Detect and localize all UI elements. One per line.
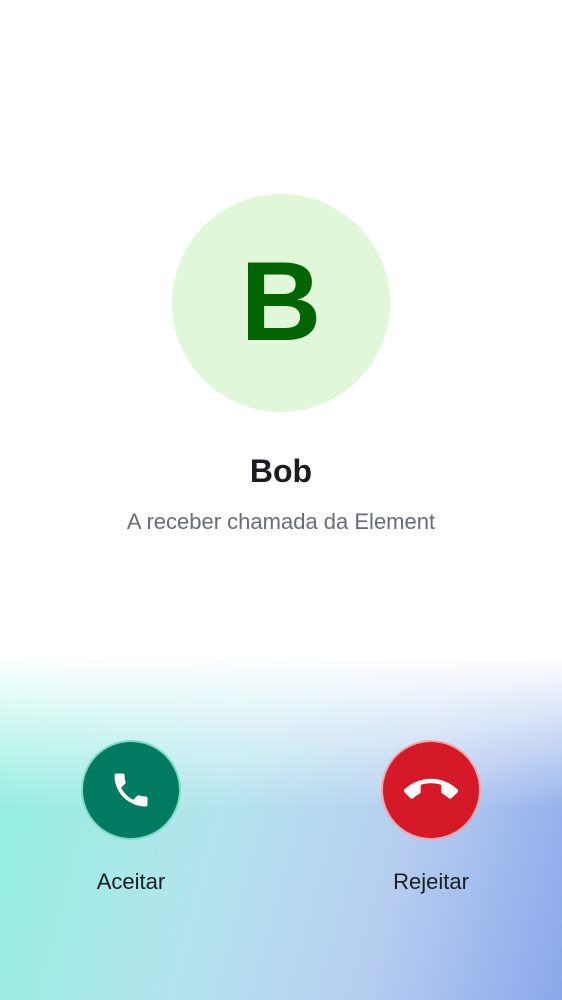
caller-avatar: B bbox=[172, 194, 390, 412]
background-gradient bbox=[0, 655, 562, 1000]
caller-name: Bob bbox=[249, 453, 313, 489]
phone-icon bbox=[109, 768, 153, 812]
accept-call-button[interactable] bbox=[81, 740, 181, 840]
avatar-initial: B bbox=[240, 239, 322, 364]
phone-hangup-icon bbox=[404, 763, 458, 817]
reject-call-label: Rejeitar bbox=[393, 869, 469, 894]
incoming-call-screen: B Bob A receber chamada da Element Aceit… bbox=[0, 0, 562, 1000]
call-status-text: A receber chamada da Element bbox=[126, 509, 436, 534]
reject-call-button[interactable] bbox=[381, 740, 481, 840]
accept-call-label: Aceitar bbox=[96, 869, 166, 894]
